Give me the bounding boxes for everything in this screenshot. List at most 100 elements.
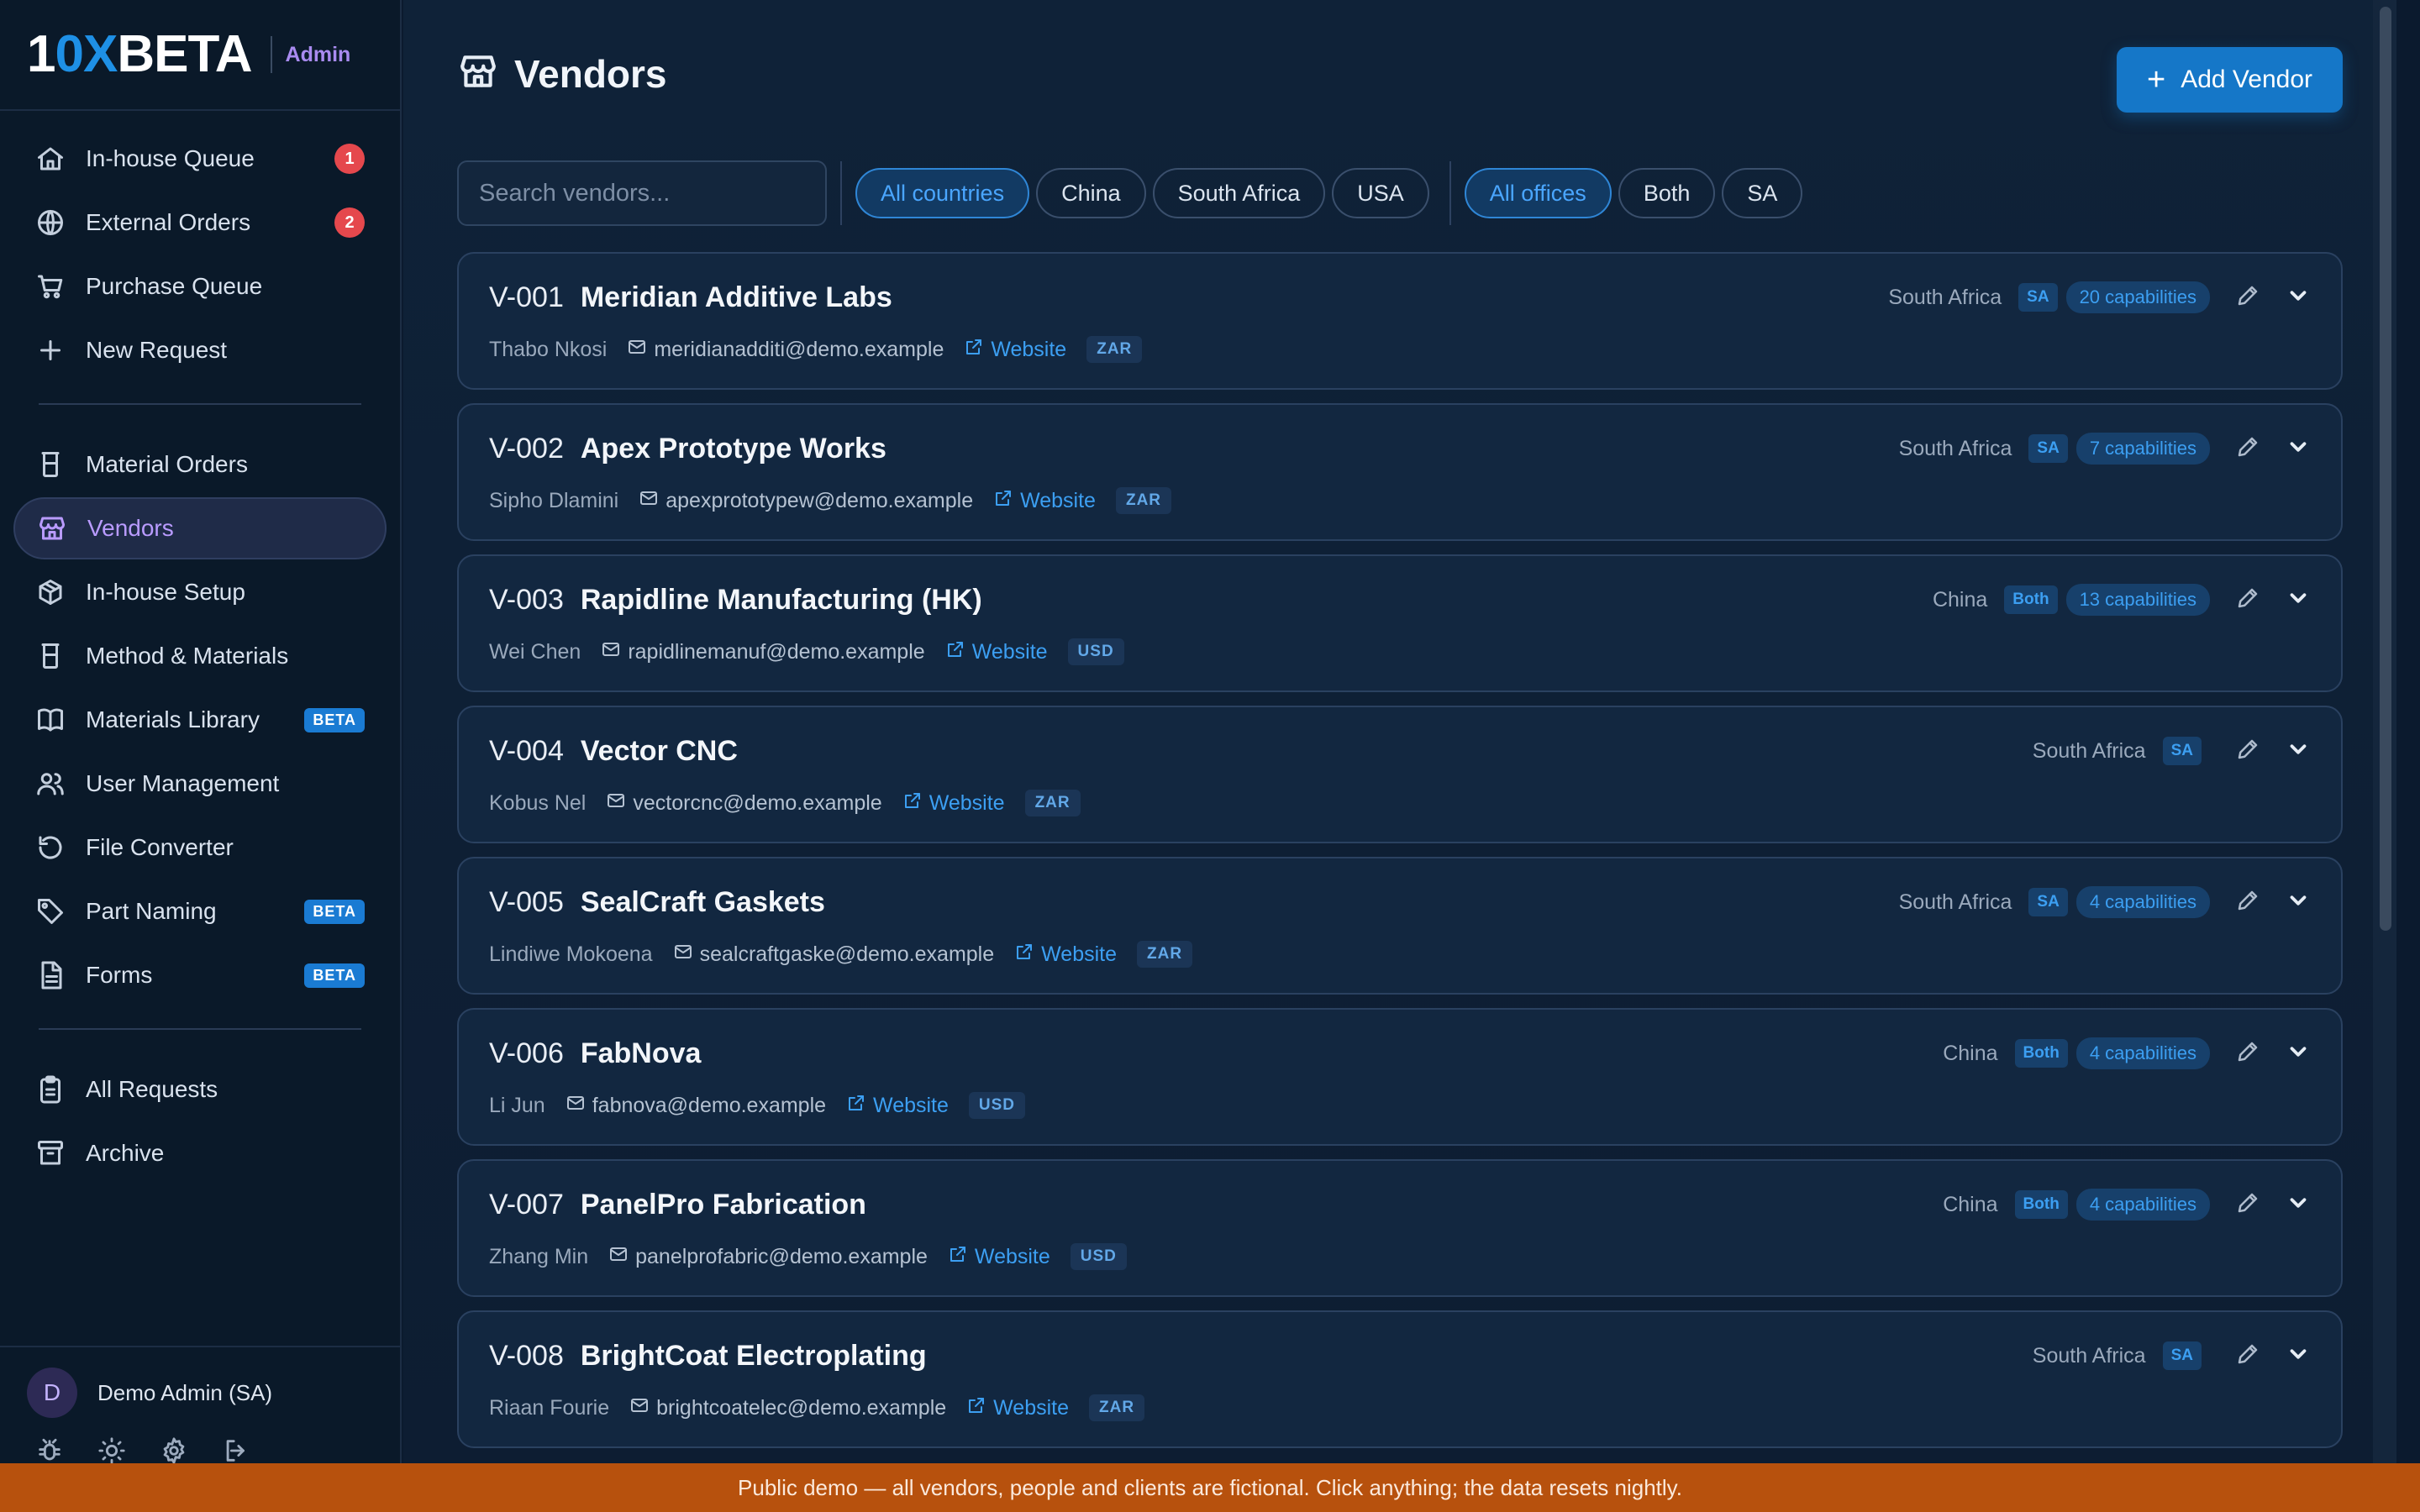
capabilities-badge: 13 capabilities xyxy=(2065,584,2210,616)
card-actions xyxy=(2235,1341,2311,1371)
vendor-card[interactable]: V-007 PanelPro Fabrication China Both 4 capa… xyxy=(457,1159,2343,1297)
mail-icon xyxy=(629,1395,656,1421)
pencil-icon[interactable] xyxy=(2235,888,2260,917)
user-profile[interactable]: D Demo Admin (SA) xyxy=(27,1368,373,1418)
pencil-icon[interactable] xyxy=(2235,434,2260,464)
external-link-icon xyxy=(966,1395,993,1421)
pencil-icon[interactable] xyxy=(2235,283,2260,312)
vendor-website-link[interactable]: Website xyxy=(1014,942,1117,968)
sidebar-item-method-materials[interactable]: Method & Materials xyxy=(13,625,387,687)
cart-icon xyxy=(35,271,66,302)
vendor-email[interactable]: panelprofabric@demo.example xyxy=(608,1244,928,1270)
office-chip-both[interactable]: Both xyxy=(1618,168,1716,218)
pencil-icon[interactable] xyxy=(2235,737,2260,766)
chevron-down-icon[interactable] xyxy=(2286,888,2311,917)
chevron-down-icon[interactable] xyxy=(2286,737,2311,766)
add-vendor-button[interactable]: + Add Vendor xyxy=(2117,47,2343,113)
sidebar-item-archive[interactable]: Archive xyxy=(13,1122,387,1184)
vendor-website-link[interactable]: Website xyxy=(902,790,1005,816)
country-chip-china[interactable]: China xyxy=(1036,168,1146,218)
pencil-icon[interactable] xyxy=(2235,1190,2260,1220)
vendor-card[interactable]: V-001 Meridian Additive Labs South Africa S… xyxy=(457,252,2343,390)
vendor-website-link[interactable]: Website xyxy=(964,337,1066,363)
sidebar-item-material-orders[interactable]: Material Orders xyxy=(13,433,387,496)
sidebar-item-external-orders[interactable]: External Orders 2 xyxy=(13,192,387,254)
user-name: Demo Admin (SA) xyxy=(97,1379,273,1405)
app-logo[interactable]: 1 0X BETA xyxy=(27,29,253,81)
sidebar-item-forms[interactable]: Forms BETA xyxy=(13,944,387,1006)
vendor-email[interactable]: brightcoatelec@demo.example xyxy=(629,1395,946,1421)
sidebar-item-new-request[interactable]: New Request xyxy=(13,319,387,381)
vendor-card-details: Thabo Nkosi meridianadditi@demo.example We… xyxy=(489,336,2311,363)
chevron-down-icon[interactable] xyxy=(2286,434,2311,464)
chevron-down-icon[interactable] xyxy=(2286,585,2311,615)
pencil-icon[interactable] xyxy=(2235,1341,2260,1371)
beaker-icon xyxy=(35,641,66,671)
vendor-email[interactable]: vectorcnc@demo.example xyxy=(606,790,882,816)
office-chip-all-offices[interactable]: All offices xyxy=(1464,168,1612,218)
vendor-website-link[interactable]: Website xyxy=(948,1244,1050,1270)
country-chip-all-countries[interactable]: All countries xyxy=(855,168,1030,218)
sidebar-item-part-naming[interactable]: Part Naming BETA xyxy=(13,880,387,942)
vendor-website-link[interactable]: Website xyxy=(846,1093,949,1119)
count-badge: 2 xyxy=(334,207,365,238)
chevron-down-icon[interactable] xyxy=(2286,1039,2311,1068)
vendor-card[interactable]: V-002 Apex Prototype Works South Africa SA 7… xyxy=(457,403,2343,541)
vendor-email[interactable]: meridianadditi@demo.example xyxy=(627,337,944,363)
mail-icon xyxy=(566,1093,592,1119)
chevron-down-icon[interactable] xyxy=(2286,283,2311,312)
pencil-icon[interactable] xyxy=(2235,585,2260,615)
vendor-website-link[interactable]: Website xyxy=(966,1395,1069,1421)
capabilities-badge: 20 capabilities xyxy=(2065,281,2210,313)
vendor-email[interactable]: fabnova@demo.example xyxy=(566,1093,826,1119)
scrollbar-thumb[interactable] xyxy=(2380,7,2391,931)
office-badge: Both xyxy=(2014,1039,2068,1068)
vendor-email[interactable]: sealcraftgaske@demo.example xyxy=(673,942,994,968)
sidebar-item-in-house-setup[interactable]: In-house Setup xyxy=(13,561,387,623)
sidebar-item-materials-library[interactable]: Materials Library BETA xyxy=(13,689,387,751)
count-badge: 1 xyxy=(334,144,365,174)
capabilities-badge: 4 capabilities xyxy=(2075,1189,2210,1221)
pencil-icon[interactable] xyxy=(2235,1039,2260,1068)
vendor-card[interactable]: V-003 Rapidline Manufacturing (HK) China Bo… xyxy=(457,554,2343,692)
sidebar-item-all-requests[interactable]: All Requests xyxy=(13,1058,387,1121)
vendor-country: South Africa xyxy=(2032,1343,2146,1368)
vendor-card[interactable]: V-008 BrightCoat Electroplating South Afri… xyxy=(457,1310,2343,1448)
card-actions xyxy=(2235,888,2311,917)
currency-badge: ZAR xyxy=(1086,336,1143,363)
chevron-down-icon[interactable] xyxy=(2286,1190,2311,1220)
sidebar-item-vendors[interactable]: Vendors xyxy=(13,497,387,559)
country-chip-south-africa[interactable]: South Africa xyxy=(1152,168,1326,218)
vendor-name: FabNova xyxy=(580,1037,702,1069)
sidebar-item-purchase-queue[interactable]: Purchase Queue xyxy=(13,255,387,318)
sidebar-item-label: Archive xyxy=(86,1140,165,1166)
vendor-card-details: Wei Chen rapidlinemanuf@demo.example Websi… xyxy=(489,638,2311,665)
card-actions xyxy=(2235,1190,2311,1220)
country-filter: All countries China South Africa USA xyxy=(855,168,1436,218)
mail-icon xyxy=(627,337,654,363)
vendor-card[interactable]: V-004 Vector CNC South Africa SA Kobus Nel ve… xyxy=(457,706,2343,843)
vendor-website-link[interactable]: Website xyxy=(993,488,1096,514)
chevron-down-icon[interactable] xyxy=(2286,1341,2311,1371)
vendor-email[interactable]: apexprototypew@demo.example xyxy=(639,488,973,514)
currency-badge: USD xyxy=(968,1092,1026,1119)
sidebar-item-in-house-queue[interactable]: In-house Queue 1 xyxy=(13,128,387,190)
filter-divider xyxy=(1449,161,1451,225)
sidebar-item-label: File Converter xyxy=(86,834,234,860)
vendor-card-header: V-005 SealCraft Gaskets South Africa SA 4 ca… xyxy=(489,884,2311,921)
sidebar-item-label: External Orders xyxy=(86,209,251,235)
vendor-card-header: V-008 BrightCoat Electroplating South Afri… xyxy=(489,1337,2311,1374)
search-input[interactable] xyxy=(457,160,827,226)
office-filter: All offices Both SA xyxy=(1464,168,1810,218)
scrollbar[interactable] xyxy=(2373,0,2396,1463)
country-chip-usa[interactable]: USA xyxy=(1332,168,1429,218)
filter-bar: All countriesChinaSouth AfricaUSA All of… xyxy=(457,160,1809,227)
vendor-card[interactable]: V-005 SealCraft Gaskets South Africa SA 4 ca… xyxy=(457,857,2343,995)
vendor-card[interactable]: V-006 FabNova China Both 4 capabilities Li Ju… xyxy=(457,1008,2343,1146)
vendor-name: Meridian Additive Labs xyxy=(580,281,892,313)
vendor-website-link[interactable]: Website xyxy=(945,639,1048,665)
sidebar-item-user-management[interactable]: User Management xyxy=(13,753,387,815)
vendor-email[interactable]: rapidlinemanuf@demo.example xyxy=(601,639,925,665)
sidebar-item-file-converter[interactable]: File Converter xyxy=(13,816,387,879)
office-chip-sa[interactable]: SA xyxy=(1722,168,1803,218)
